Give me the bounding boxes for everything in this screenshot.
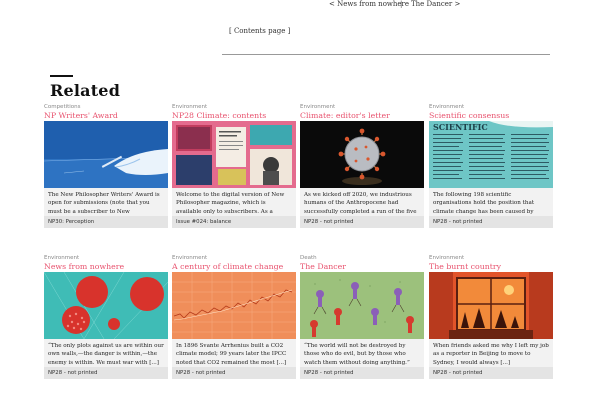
card-issue-link[interactable]: NP28 - not printed: [300, 216, 424, 228]
contents-page-link[interactable]: [ Contents page ]: [229, 27, 290, 35]
card-image-climate-graph[interactable]: [172, 272, 296, 339]
related-card[interactable]: Environment The burnt country When frien…: [429, 255, 553, 379]
card-title-link[interactable]: Scientific consensus: [429, 111, 553, 121]
card-issue-link[interactable]: NP30: Perception: [44, 216, 168, 228]
card-issue-link[interactable]: NP28 - not printed: [429, 216, 553, 228]
card-title-link[interactable]: The burnt country: [429, 262, 553, 272]
heading-accent-bar: [50, 75, 73, 77]
card-title-link[interactable]: NP Writers' Award: [44, 111, 168, 121]
card-category: Environment: [172, 255, 208, 261]
card-category: Death: [300, 255, 317, 261]
card-issue-link[interactable]: NP28 - not printed: [172, 367, 296, 379]
card-excerpt: Welcome to the digital version of New Ph…: [172, 188, 296, 217]
related-card[interactable]: Environment Scientific consensus SCIENTI…: [429, 104, 553, 228]
card-image-red-planets[interactable]: [44, 272, 168, 339]
card-category: Environment: [172, 104, 208, 110]
card-image-scientific-list[interactable]: SCIENTIFIC: [429, 121, 553, 188]
card-category: Environment: [429, 255, 465, 261]
image-caption: SCIENTIFIC: [433, 122, 488, 132]
related-heading: Related: [50, 75, 120, 100]
card-excerpt: The New Philosopher Writers' Award is op…: [44, 188, 168, 217]
card-issue-link[interactable]: Issue #024: balance: [172, 216, 296, 228]
card-issue-link[interactable]: NP28 - not printed: [44, 367, 168, 379]
card-image-dancers[interactable]: [300, 272, 424, 339]
article-navigation: < News from nowhere | The Dancer >: [0, 0, 600, 10]
card-excerpt: When friends asked me why I left my job …: [429, 339, 553, 368]
related-card[interactable]: Death The Dancer “The world will not be …: [300, 255, 424, 379]
card-image-magazine-contents[interactable]: [172, 121, 296, 188]
card-category: Environment: [429, 104, 465, 110]
prev-article-link[interactable]: < News from nowhere: [329, 0, 409, 8]
card-title-link[interactable]: NP28 Climate: contents: [172, 111, 296, 121]
nav-separator: |: [400, 0, 403, 8]
related-card[interactable]: Environment News from nowhere “The only …: [44, 255, 168, 379]
card-excerpt: The following 198 scientific organisatio…: [429, 188, 553, 217]
card-title-link[interactable]: News from nowhere: [44, 262, 168, 272]
card-title-link[interactable]: Climate: editor's letter: [300, 111, 424, 121]
card-excerpt: “The only plots against us are within ou…: [44, 339, 168, 368]
card-title-link[interactable]: A century of climate change: [172, 262, 296, 272]
card-category: Competitions: [44, 104, 81, 110]
card-image-burnt-window[interactable]: [429, 272, 553, 339]
section-divider: [222, 54, 550, 55]
card-title-link[interactable]: The Dancer: [300, 262, 424, 272]
related-card[interactable]: Environment A century of climate change …: [172, 255, 296, 379]
card-excerpt: In 1896 Svante Arrhenius built a CO2 cli…: [172, 339, 296, 368]
card-category: Environment: [44, 255, 80, 261]
card-issue-link[interactable]: NP28 - not printed: [429, 367, 553, 379]
card-category: Environment: [300, 104, 336, 110]
related-title: Related: [50, 81, 121, 100]
card-image-hand-writing[interactable]: [44, 121, 168, 188]
related-card[interactable]: Competitions NP Writers' Award The New P…: [44, 104, 168, 228]
card-excerpt: “The world will not be destroyed by thos…: [300, 339, 424, 368]
related-card[interactable]: Environment Climate: editor's letter As …: [300, 104, 424, 228]
card-image-virus[interactable]: [300, 121, 424, 188]
card-issue-link[interactable]: NP28 - not printed: [300, 367, 424, 379]
card-excerpt: As we kicked off 2020, we industrious hu…: [300, 188, 424, 217]
next-article-link[interactable]: The Dancer >: [411, 0, 460, 8]
related-card[interactable]: Environment NP28 Climate: contents Welco…: [172, 104, 296, 228]
